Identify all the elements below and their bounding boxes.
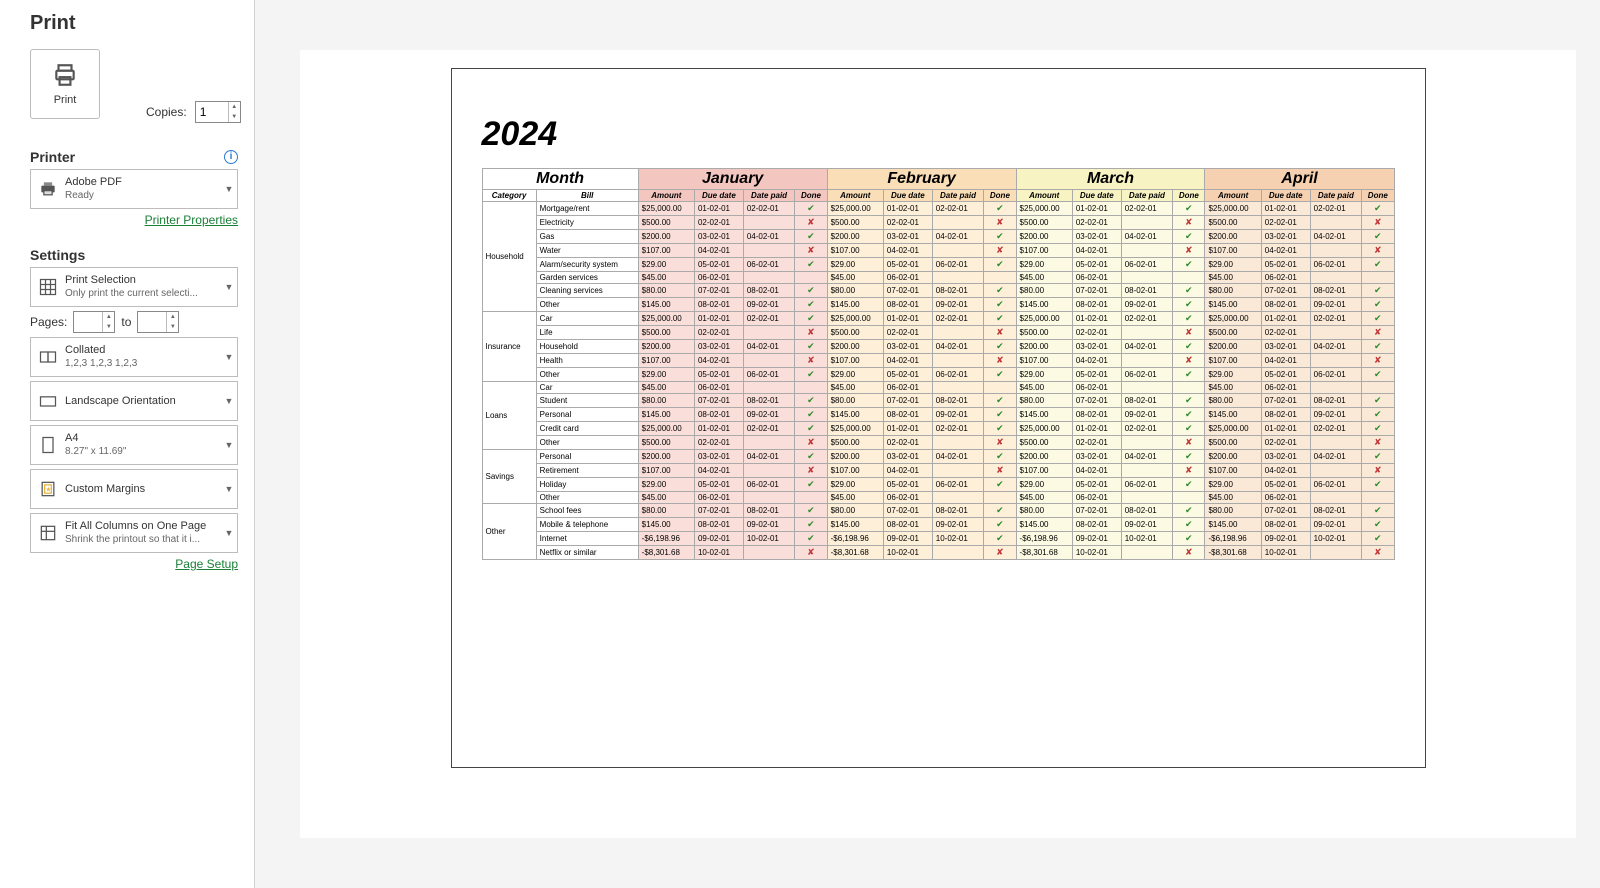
paper-size-select[interactable]: A48.27" x 11.69" ▼ [30, 425, 238, 465]
landscape-icon [38, 391, 58, 411]
print-area-select[interactable]: Print SelectionOnly print the current se… [30, 267, 238, 307]
chevron-down-icon: ▼ [221, 352, 237, 362]
svg-text:★: ★ [46, 486, 52, 494]
print-button[interactable]: Print [30, 49, 100, 119]
bills-table: MonthJanuaryFebruaryMarchAprilCategoryBi… [482, 168, 1395, 560]
chevron-down-icon[interactable]: ▼ [229, 112, 240, 122]
chevron-down-icon: ▼ [221, 396, 237, 406]
pages-label: Pages: [30, 315, 67, 329]
orientation-select[interactable]: Landscape Orientation ▼ [30, 381, 238, 421]
chevron-down-icon: ▼ [221, 282, 237, 292]
printer-select[interactable]: Adobe PDFReady ▼ [30, 169, 238, 209]
page-icon [38, 435, 58, 455]
copies-label: Copies: [146, 105, 187, 119]
chevron-down-icon: ▼ [221, 184, 237, 194]
margins-icon: ★ [38, 479, 58, 499]
print-preview: 2024 MonthJanuaryFebruaryMarchAprilCateg… [300, 50, 1576, 838]
chevron-up-icon[interactable]: ▲ [229, 102, 240, 112]
print-panel: Print Print Copies: ▲▼ Printeri Adobe PD… [0, 0, 255, 888]
year-title: 2024 [482, 115, 1395, 154]
printer-icon [38, 179, 58, 199]
preview-page: 2024 MonthJanuaryFebruaryMarchAprilCateg… [451, 68, 1426, 768]
scaling-select[interactable]: Fit All Columns on One PageShrink the pr… [30, 513, 238, 553]
info-icon[interactable]: i [224, 150, 238, 164]
print-button-label: Print [54, 94, 77, 106]
collate-icon [38, 347, 58, 367]
printer-name: Adobe PDF [65, 175, 221, 189]
copies-row: Copies: ▲▼ [146, 101, 241, 123]
chevron-down-icon: ▼ [221, 484, 237, 494]
collate-select[interactable]: Collated1,2,3 1,2,3 1,2,3 ▼ [30, 337, 238, 377]
margins-select[interactable]: ★ Custom Margins ▼ [30, 469, 238, 509]
printer-properties-link[interactable]: Printer Properties [30, 213, 238, 227]
grid-icon [38, 277, 58, 297]
chevron-down-icon: ▼ [221, 528, 237, 538]
copies-input[interactable]: ▲▼ [195, 101, 241, 123]
printer-status: Ready [65, 189, 221, 203]
settings-heading: Settings [30, 247, 238, 263]
pages-to-input[interactable]: ▲▼ [137, 311, 179, 333]
page-setup-link[interactable]: Page Setup [30, 557, 238, 571]
chevron-down-icon: ▼ [221, 440, 237, 450]
fit-columns-icon [38, 523, 58, 543]
printer-heading: Printeri [30, 149, 238, 165]
pages-row: Pages: ▲▼ to ▲▼ [30, 311, 238, 333]
panel-title: Print [30, 12, 238, 35]
pages-from-input[interactable]: ▲▼ [73, 311, 115, 333]
printer-icon [52, 62, 78, 88]
